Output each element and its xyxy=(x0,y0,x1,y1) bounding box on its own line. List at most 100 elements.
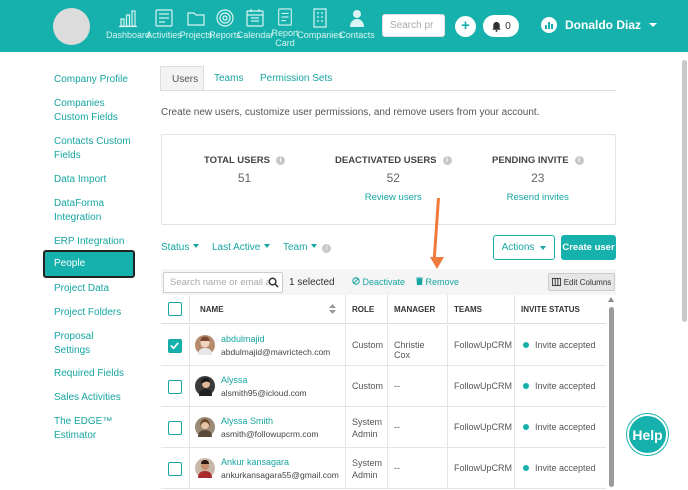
role-cell: System Admin xyxy=(346,407,388,448)
sidebar-item-project-folders[interactable]: Project Folders xyxy=(54,306,121,320)
caret-down-icon xyxy=(540,245,547,250)
column-header-role[interactable]: ROLE xyxy=(346,295,388,324)
remove-button[interactable]: Remove xyxy=(416,276,460,287)
deactivate-button[interactable]: Deactivate xyxy=(352,277,405,287)
sidebar-item-data-import[interactable]: Data Import xyxy=(54,173,106,187)
nav-projects[interactable]: Projects xyxy=(180,8,212,48)
sidebar-item-required-fields[interactable]: Required Fields xyxy=(54,367,124,381)
status-dot xyxy=(523,424,529,430)
caret-down-icon xyxy=(193,244,200,248)
sidebar-item-people[interactable]: People xyxy=(43,250,135,278)
create-user-button[interactable]: Create user xyxy=(561,235,616,260)
notifications-button[interactable]: 0 xyxy=(483,15,519,37)
select-all-checkbox[interactable] xyxy=(168,302,182,316)
sidebar-item-erp-integration[interactable]: ERP Integration xyxy=(54,235,124,249)
sidebar-item-sales-activities[interactable]: Sales Activities xyxy=(54,391,121,405)
column-teams-label: TEAMS xyxy=(454,305,482,314)
building-icon xyxy=(313,8,327,28)
quick-add-button[interactable]: + xyxy=(455,16,476,37)
info-icon[interactable]: i xyxy=(275,156,285,165)
column-invite-status-label: INVITE STATUS xyxy=(521,305,580,314)
user-menu[interactable]: Donaldo Diaz xyxy=(541,17,658,33)
column-header-teams[interactable]: TEAMS xyxy=(448,295,515,324)
edit-columns-button[interactable]: Edit Columns xyxy=(548,273,615,291)
global-search-input[interactable]: Search pr xyxy=(382,14,445,37)
tab-users[interactable]: Users xyxy=(160,66,204,91)
nav-report-card[interactable]: Report Card xyxy=(271,8,299,48)
remove-label: Remove xyxy=(425,277,460,287)
chevron-down-icon xyxy=(649,23,658,27)
nav-report-card-label: Report Card xyxy=(271,28,299,48)
calendar-icon xyxy=(246,9,264,27)
user-stats-card: TOTAL USERS i 51 DEACTIVATED USERS i 52 Re… xyxy=(161,134,616,225)
tab-teams[interactable]: Teams xyxy=(203,66,254,91)
sidebar-item-company-profile[interactable]: Company Profile xyxy=(54,73,128,87)
select-all-cell xyxy=(161,295,190,324)
user-name-link[interactable]: abdulmajid xyxy=(221,334,265,344)
sidebar-item-companies-custom-fields[interactable]: Companies Custom Fields xyxy=(54,97,134,125)
scroll-thumb[interactable] xyxy=(609,307,614,487)
column-header-name[interactable]: NAME xyxy=(190,295,346,324)
invite-status-cell: Invite accepted xyxy=(515,448,606,489)
filter-status-label: Status xyxy=(161,242,190,253)
actions-dropdown[interactable]: Actions xyxy=(493,235,555,260)
column-header-manager[interactable]: MANAGER xyxy=(388,295,448,324)
sidebar-item-dataforma-integration[interactable]: DataForma Integration xyxy=(54,197,124,225)
nav-activities[interactable]: Activities xyxy=(146,8,182,48)
info-icon[interactable]: i xyxy=(322,244,332,253)
manager-cell: Christie Cox xyxy=(388,325,448,366)
filter-status[interactable]: Status xyxy=(161,242,200,253)
sidebar-item-project-data[interactable]: Project Data xyxy=(54,282,109,296)
info-icon[interactable]: i xyxy=(442,156,452,165)
target-icon xyxy=(216,9,234,27)
column-name-label: NAME xyxy=(200,305,224,314)
table-row[interactable]: Ankur kansagara ankurkansagara55@gmail.c… xyxy=(161,448,606,489)
edit-columns-label: Edit Columns xyxy=(563,277,612,287)
company-logo[interactable] xyxy=(53,8,90,45)
stat-total-label: TOTAL USERS xyxy=(204,155,270,166)
nav-dashboard[interactable]: Dashboard xyxy=(106,8,150,48)
filter-last-active[interactable]: Last Active xyxy=(212,242,271,253)
sidebar-item-contacts-custom-fields[interactable]: Contacts Custom Fields xyxy=(54,135,134,163)
deactivate-label: Deactivate xyxy=(362,277,406,287)
teams-cell: FollowUpCRM xyxy=(448,325,515,366)
top-nav-bar: Dashboard Activities Projects Reports Ca… xyxy=(0,0,688,52)
table-row[interactable]: Alyssa alsmith95@icloud.com Custom -- Fo… xyxy=(161,366,606,407)
search-icon[interactable] xyxy=(264,272,283,293)
user-email: abdulmajid@mavrictech.com xyxy=(221,347,331,357)
review-users-link[interactable]: Review users xyxy=(335,192,452,203)
sidebar-item-the-edge-estimator[interactable]: The EDGE™ Estimator xyxy=(54,415,126,443)
user-name-link[interactable]: Alyssa xyxy=(221,375,248,385)
scroll-up-arrow-icon[interactable] xyxy=(608,297,614,302)
user-name-link[interactable]: Ankur kansagara xyxy=(221,457,289,467)
manager-cell: -- xyxy=(388,407,448,448)
tab-permission-sets[interactable]: Permission Sets xyxy=(249,66,343,91)
manager-cell: -- xyxy=(388,448,448,489)
nav-companies[interactable]: Companies xyxy=(297,8,343,48)
sidebar-item-proposal-settings[interactable]: Proposal Settings xyxy=(54,330,114,358)
page-scrollbar[interactable] xyxy=(682,60,687,322)
filter-team[interactable]: Team i xyxy=(283,242,332,253)
nav-reports[interactable]: Reports xyxy=(209,8,241,48)
status-dot xyxy=(523,342,529,348)
table-header: NAME ROLE MANAGER TEAMS INVITE STATUS xyxy=(161,295,606,324)
row-checkbox[interactable] xyxy=(168,421,182,435)
table-scrollbar[interactable] xyxy=(608,297,615,490)
nav-calendar[interactable]: Calendar xyxy=(237,8,273,48)
row-checkbox[interactable] xyxy=(168,462,182,476)
resend-invites-link[interactable]: Resend invites xyxy=(492,192,584,203)
user-name-link[interactable]: Alyssa Smith xyxy=(221,416,273,426)
row-checkbox[interactable] xyxy=(168,339,182,353)
filter-last-active-label: Last Active xyxy=(212,242,261,253)
info-icon[interactable]: i xyxy=(574,156,584,165)
help-button[interactable]: Help xyxy=(627,414,668,455)
table-row[interactable]: abdulmajid abdulmajid@mavrictech.com Cus… xyxy=(161,325,606,366)
stat-pending-invite: PENDING INVITE i 23 Resend invites xyxy=(492,155,584,203)
notification-count: 0 xyxy=(505,20,511,32)
row-checkbox[interactable] xyxy=(168,380,182,394)
nav-contacts-label: Contacts xyxy=(339,30,375,40)
nav-contacts[interactable]: Contacts xyxy=(339,8,375,48)
report-card-icon xyxy=(278,8,292,26)
table-row[interactable]: Alyssa Smith asmith@followupcrm.com Syst… xyxy=(161,407,606,448)
column-header-invite-status[interactable]: INVITE STATUS xyxy=(515,295,606,324)
